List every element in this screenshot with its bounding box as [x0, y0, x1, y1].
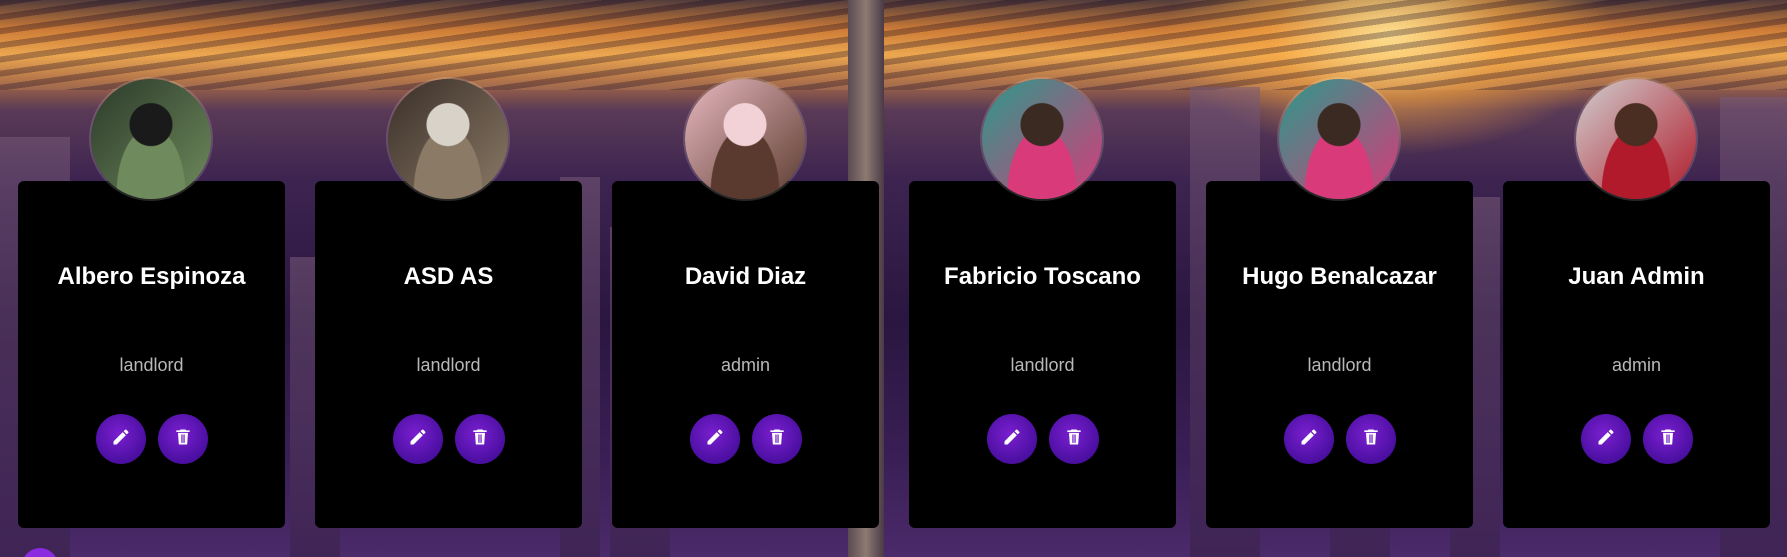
- edit-button[interactable]: [1580, 414, 1631, 464]
- user-card-grid: Albero Espinoza landlord ASD AS landlord Dav…: [18, 0, 1778, 557]
- user-card: Fabricio Toscano landlord: [909, 181, 1176, 528]
- user-role: landlord: [119, 355, 184, 375]
- trash-icon: [767, 427, 787, 452]
- trash-icon: [470, 427, 490, 452]
- edit-button[interactable]: [95, 414, 146, 464]
- pencil-icon: [1002, 427, 1022, 452]
- delete-button[interactable]: [1642, 414, 1693, 464]
- card-actions: [1503, 414, 1770, 464]
- user-name: ASD AS: [403, 263, 494, 290]
- user-role: landlord: [1010, 355, 1075, 375]
- card-actions: [612, 414, 879, 464]
- user-card: ASD AS landlord: [315, 181, 582, 528]
- edit-button[interactable]: [392, 414, 443, 464]
- user-role: landlord: [416, 355, 481, 375]
- user-role: admin: [1611, 355, 1662, 375]
- user-name: Juan Admin: [1568, 263, 1705, 290]
- user-card: Hugo Benalcazar landlord: [1206, 181, 1473, 528]
- avatar: [386, 77, 510, 201]
- delete-button[interactable]: [1048, 414, 1099, 464]
- user-card: David Diaz admin: [612, 181, 879, 528]
- card-actions: [18, 414, 285, 464]
- user-role: landlord: [1307, 355, 1372, 375]
- trash-icon: [1361, 427, 1381, 452]
- card-actions: [315, 414, 582, 464]
- delete-button[interactable]: [454, 414, 505, 464]
- delete-button[interactable]: [157, 414, 208, 464]
- pencil-icon: [111, 427, 131, 452]
- user-name: Albero Espinoza: [57, 263, 246, 290]
- user-card: Juan Admin admin: [1503, 181, 1770, 528]
- edit-button[interactable]: [1283, 414, 1334, 464]
- trash-icon: [173, 427, 193, 452]
- avatar: [89, 77, 213, 201]
- delete-button[interactable]: [751, 414, 802, 464]
- pencil-icon: [408, 427, 428, 452]
- delete-button[interactable]: [1345, 414, 1396, 464]
- edit-button[interactable]: [986, 414, 1037, 464]
- avatar: [683, 77, 807, 201]
- trash-icon: [1064, 427, 1084, 452]
- user-name: Hugo Benalcazar: [1242, 263, 1437, 290]
- user-role: admin: [720, 355, 771, 375]
- avatar: [1574, 77, 1698, 201]
- user-card: Albero Espinoza landlord: [18, 181, 285, 528]
- user-name: David Diaz: [684, 263, 807, 290]
- pencil-icon: [1596, 427, 1616, 452]
- avatar: [1277, 77, 1401, 201]
- pencil-icon: [705, 427, 725, 452]
- user-name: Fabricio Toscano: [944, 263, 1141, 290]
- pencil-icon: [1299, 427, 1319, 452]
- card-actions: [909, 414, 1176, 464]
- avatar: [980, 77, 1104, 201]
- card-actions: [1206, 414, 1473, 464]
- trash-icon: [1658, 427, 1678, 452]
- edit-button[interactable]: [689, 414, 740, 464]
